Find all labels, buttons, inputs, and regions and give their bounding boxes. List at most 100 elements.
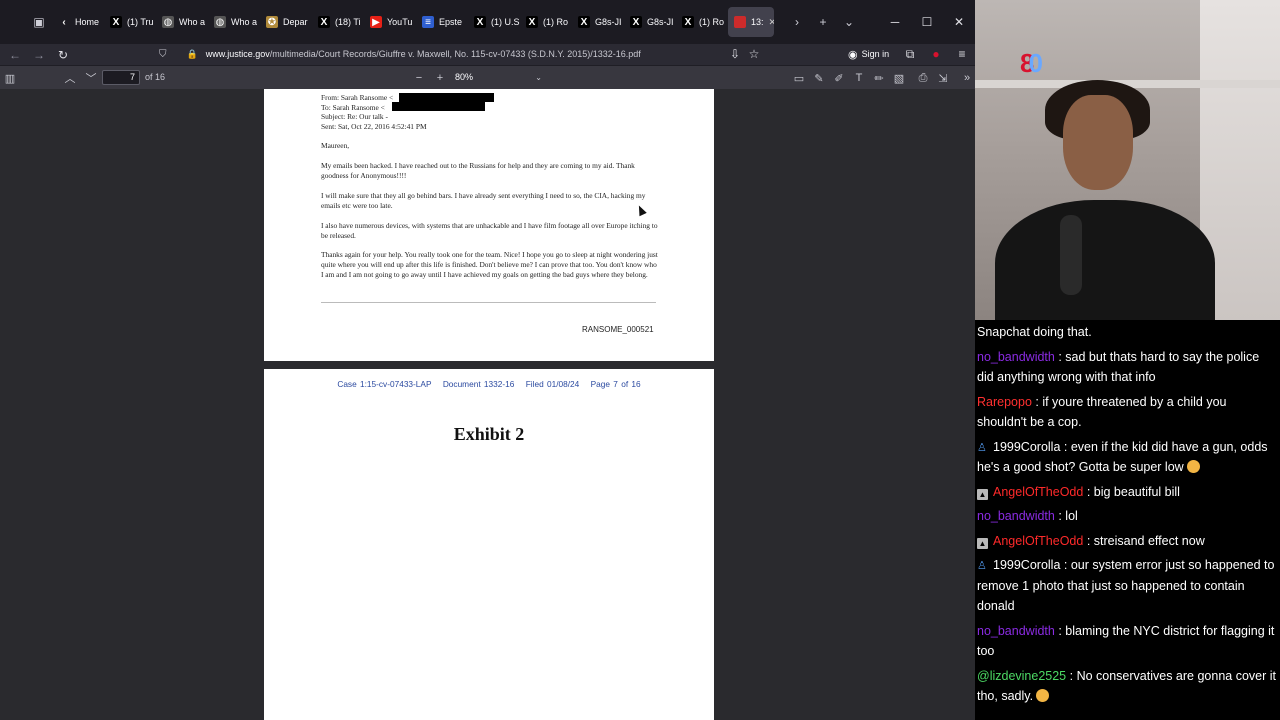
chat-username[interactable]: Rarepopo [977, 395, 1032, 409]
pdf-viewer[interactable]: From: Sarah Ransome < To: Sarah Ransome … [0, 89, 975, 720]
tab-6[interactable]: ▶ YouTu [364, 7, 416, 37]
user-badge-icon: ♙ [977, 560, 987, 572]
tab-3[interactable]: ◍ Who a [208, 7, 260, 37]
bates-number: RANSOME_000521 [582, 325, 654, 334]
text-icon[interactable]: T [849, 68, 869, 88]
comment-icon[interactable]: ▭ [789, 68, 809, 88]
image-icon[interactable]: ▧ [889, 68, 909, 88]
close-window-icon[interactable]: ✕ [943, 7, 975, 37]
save-icon[interactable]: ⇲ [933, 68, 953, 88]
x-logo-icon: X [526, 16, 538, 28]
tab-label: (18) Ti [335, 17, 361, 27]
zoom-out-icon[interactable]: − [409, 68, 429, 88]
reload-icon[interactable]: ↻ [51, 45, 75, 65]
tab-label: (1) Ro [543, 17, 569, 27]
chat-text: Snapchat doing that. [977, 325, 1092, 339]
signature-icon[interactable]: ✎ [809, 68, 829, 88]
chat-username[interactable]: 1999Corolla [993, 440, 1060, 454]
chat-username[interactable]: 1999Corolla [993, 558, 1060, 572]
url-path: /multimedia/Court Records/Giuffre v. Max… [269, 49, 641, 59]
sign-in-label: Sign in [861, 49, 890, 59]
tab-label: Who a [179, 17, 206, 27]
email-subject: Subject: Re: Our talk - [321, 112, 388, 122]
tab-2[interactable]: ◍ Who a [156, 7, 208, 37]
lock-icon[interactable]: 🔒 [187, 49, 198, 60]
email-to: To: Sarah Ransome < [321, 102, 385, 112]
draw-icon[interactable]: ✏ [869, 68, 889, 88]
highlight-icon[interactable]: ✐ [829, 68, 849, 88]
chat-username[interactable]: AngelOfTheOdd [993, 485, 1083, 499]
ublock-icon[interactable]: ● [924, 44, 948, 64]
x-logo-icon: X [630, 16, 642, 28]
chevron-left-icon: ‹ [62, 16, 66, 28]
tab-list: ‹ Home X (1) Tru ◍ Who a ◍ Who a ✪ Depar X (18) Ti ▶… [52, 7, 774, 37]
sign-in-button[interactable]: ◉ Sign in [848, 46, 889, 62]
close-tab-icon[interactable]: ✕ [769, 17, 774, 28]
chat-username[interactable]: no_bandwidth [977, 509, 1055, 523]
chat-username[interactable]: @lizdevine2525 [977, 669, 1066, 683]
chat-text: : big beautiful bill [1086, 484, 1180, 499]
emoji-icon [1036, 689, 1050, 702]
redaction-bar [399, 93, 494, 102]
pdf-page-7: Case 1:15-cv-07433-LAP Document 1332-16 … [264, 369, 714, 720]
maximize-icon[interactable]: ☐ [911, 7, 943, 37]
minimize-icon[interactable]: ─ [879, 7, 911, 37]
chat-username[interactable]: no_bandwidth [977, 624, 1055, 638]
tab-label: Home [75, 17, 100, 27]
x-logo-icon: X [682, 16, 694, 28]
extensions-icon[interactable]: ⧉ [898, 44, 922, 64]
x-logo-icon: X [110, 16, 122, 28]
chat-username[interactable]: no_bandwidth [977, 350, 1055, 364]
next-page-icon[interactable]: ﹀ [81, 68, 101, 88]
list-all-tabs-icon[interactable]: ⌄ [836, 9, 862, 35]
chat-message: no_bandwidth : sad but thats hard to say… [977, 345, 1280, 390]
stream-chat: Snapchat doing that. no_bandwidth : sad b… [975, 320, 1280, 720]
tab-5[interactable]: X (18) Ti [312, 7, 364, 37]
tab-7[interactable]: ≡ Epste [416, 7, 468, 37]
page-number-input[interactable]: 7 [102, 70, 140, 85]
tab-label: G8s-JI [595, 17, 622, 27]
zoom-in-icon[interactable]: + [430, 68, 450, 88]
pdf-icon [734, 16, 746, 28]
tab-label: 13: [751, 17, 764, 27]
url-domain: www.justice.gov [205, 49, 270, 59]
news-icon: ≡ [422, 16, 434, 28]
zoom-select[interactable]: 80% ⌄ [452, 70, 546, 86]
tab-12[interactable]: X (1) Ro [676, 7, 728, 37]
emoji-icon [1186, 460, 1200, 473]
tab-0[interactable]: ‹ Home [52, 7, 104, 37]
case-header: Case 1:15-cv-07433-LAP Document 1332-16 … [264, 379, 714, 389]
chevron-right-icon[interactable]: › [784, 9, 810, 35]
logo-letter: 0 [1028, 48, 1043, 78]
bookmark-star-icon[interactable]: ☆ [742, 44, 766, 64]
page-total-label: of 16 [145, 72, 166, 82]
chat-message: Rarepopo : if youre threatened by a chil… [977, 390, 1280, 435]
chat-message: @lizdevine2525 : No conservatives are go… [977, 664, 1280, 709]
chat-username[interactable]: AngelOfTheOdd [993, 534, 1083, 548]
menu-icon[interactable]: ≡ [950, 44, 974, 64]
forward-icon[interactable]: → [27, 45, 51, 65]
sidebar-toggle-icon[interactable]: ▥ [0, 68, 20, 88]
previous-page-icon[interactable]: ︿ [60, 68, 80, 88]
tab-1[interactable]: X (1) Tru [104, 7, 156, 37]
print-icon[interactable]: ⎙ [913, 68, 933, 88]
tab-13[interactable]: 13: ✕ [728, 7, 774, 37]
x-logo-icon: X [578, 16, 590, 28]
url-bar[interactable]: ⛉ 🔒 www.justice.gov/multimedia/Court Rec… [155, 44, 773, 64]
back-icon[interactable]: ← [3, 45, 27, 65]
tools-menu-icon[interactable]: » [957, 68, 977, 88]
new-tab-icon[interactable]: + [810, 9, 836, 35]
tab-overview-icon[interactable]: ▣ [26, 9, 52, 35]
email-sent: Sent: Sat, Oct 22, 2016 4:52:41 PM [321, 121, 427, 131]
tab-11[interactable]: X G8s-JI [624, 7, 676, 37]
document-number: Document 1332-16 [442, 379, 515, 389]
subscriber-badge-icon: ▲ [977, 537, 988, 549]
email-greeting: Maureen, [321, 141, 350, 150]
shield-icon[interactable]: ⛉ [159, 49, 167, 60]
tab-label: Depar [283, 17, 308, 27]
tab-8[interactable]: X (1) U.S [468, 7, 520, 37]
tab-9[interactable]: X (1) Ro [520, 7, 572, 37]
tab-4[interactable]: ✪ Depar [260, 7, 312, 37]
tab-10[interactable]: X G8s-JI [572, 7, 624, 37]
chat-message: ▲ AngelOfTheOdd : big beautiful bill [977, 480, 1280, 505]
